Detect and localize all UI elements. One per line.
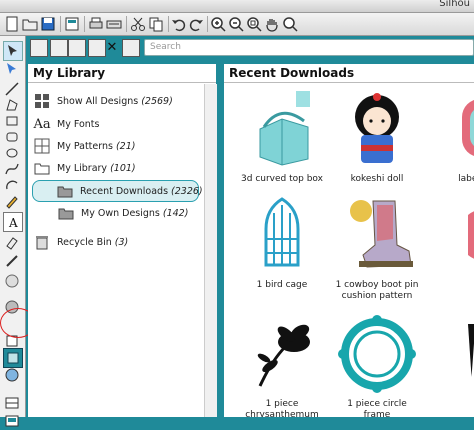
freehand-tool-icon[interactable] <box>3 192 21 210</box>
box-icon <box>242 89 322 169</box>
toolbar-separator <box>207 16 208 32</box>
library-item-label: Show All Designs <box>57 95 139 107</box>
design-label: 1 cowboy boot pin <box>335 280 419 290</box>
fit-to-window-icon[interactable] <box>282 16 298 32</box>
chrysanthemum-icon <box>242 314 322 394</box>
library-toggle-icon[interactable] <box>3 348 23 368</box>
open-icon[interactable] <box>22 16 38 32</box>
grid-icon <box>34 93 50 109</box>
library-item-my-own-designs[interactable]: My Own Designs (142) <box>58 203 188 223</box>
save-as-icon[interactable] <box>64 16 80 32</box>
eraser-tool-icon[interactable] <box>3 233 21 251</box>
cut-settings-icon[interactable] <box>3 412 21 430</box>
design-label-line2: cushion pattern <box>341 291 413 301</box>
grid-toggle-icon[interactable] <box>3 394 21 412</box>
library-panel: My Library Show All Designs (2569) Aa My… <box>28 64 217 417</box>
library-item-label: My Fonts <box>57 118 100 130</box>
grid-view-icon[interactable] <box>50 39 68 57</box>
library-item-label: Recycle Bin <box>57 236 112 248</box>
label-icon <box>432 195 474 275</box>
design-thumbnail[interactable] <box>412 314 474 399</box>
library-item-count: (142) <box>162 207 189 219</box>
trash-icon <box>34 234 50 250</box>
folder-icon <box>57 183 73 199</box>
doll-icon <box>337 89 417 169</box>
design-label-line2: frame <box>363 410 391 417</box>
select-tool-icon[interactable] <box>3 41 23 61</box>
toolbar-separator <box>84 16 85 32</box>
zoom-select-icon[interactable] <box>246 16 262 32</box>
design-thumbnail[interactable] <box>412 195 474 280</box>
fill-color-icon[interactable] <box>3 272 21 290</box>
send-to-cutter-icon[interactable] <box>106 16 122 32</box>
library-item-show-all[interactable]: Show All Designs (2569) <box>34 91 173 111</box>
cut-icon[interactable] <box>130 16 146 32</box>
library-view-icon[interactable] <box>30 39 48 57</box>
search-input[interactable]: Search <box>144 39 474 56</box>
library-item-count: (21) <box>115 140 136 152</box>
toolbar-separator <box>168 16 169 32</box>
library-item-count: (2569) <box>141 95 173 107</box>
folder-icon <box>34 160 50 176</box>
redo-icon[interactable] <box>188 16 204 32</box>
copy-icon[interactable] <box>148 16 164 32</box>
library-item-recent-downloads[interactable]: Recent Downloads (2326) <box>32 180 203 202</box>
library-item-label: My Patterns <box>57 140 113 152</box>
new-icon[interactable] <box>4 16 20 32</box>
list-view-icon[interactable] <box>68 39 86 57</box>
circle-frame-icon <box>337 314 417 394</box>
bird-cage-icon <box>242 195 322 275</box>
delete-icon[interactable]: ✕ <box>104 39 120 55</box>
library-item-my-fonts[interactable]: Aa My Fonts <box>33 114 100 134</box>
pattern-icon <box>34 138 50 154</box>
library-item-label: My Own Designs <box>81 207 160 219</box>
store-icon[interactable] <box>3 366 21 384</box>
library-scrollbar[interactable] <box>204 84 217 417</box>
svg-text:A: A <box>8 216 18 230</box>
save-icon[interactable] <box>40 16 56 32</box>
library-item-count: (3) <box>114 236 129 248</box>
text-tool-icon[interactable]: A <box>3 212 23 232</box>
print-icon[interactable] <box>88 16 104 32</box>
zoom-out-icon[interactable] <box>228 16 244 32</box>
main-toolbar <box>0 13 474 36</box>
zoom-in-icon[interactable] <box>210 16 226 32</box>
drawing-tools: A <box>0 36 26 427</box>
folder-icon <box>58 205 74 221</box>
library-item-recycle-bin[interactable]: Recycle Bin (3) <box>34 232 128 252</box>
library-item-count: (2326) <box>171 185 203 197</box>
window-title: Silhou <box>439 0 470 9</box>
design-label: 1 piece circle <box>347 399 407 409</box>
library-item-label: My Library <box>57 162 108 174</box>
library-heading: My Library <box>28 64 216 83</box>
downloads-panel: Recent Downloads 3d curved top box kokes… <box>224 64 474 417</box>
label-icon <box>432 89 474 169</box>
title-bar: Silhou <box>0 0 474 13</box>
library-item-my-library[interactable]: My Library (101) <box>34 158 136 178</box>
fan-icon <box>432 314 474 394</box>
pan-hand-icon[interactable] <box>264 16 280 32</box>
cowboy-boot-icon <box>337 195 417 275</box>
user-icon[interactable] <box>122 39 140 57</box>
edit-points-icon[interactable] <box>3 60 21 78</box>
font-icon: Aa <box>33 116 51 132</box>
toolbar-separator <box>60 16 61 32</box>
toolbar-separator <box>126 16 127 32</box>
library-item-my-patterns[interactable]: My Patterns (21) <box>34 136 135 156</box>
library-item-label: Recent Downloads <box>80 185 169 197</box>
design-label: label f <box>458 174 474 184</box>
undo-icon[interactable] <box>171 16 187 32</box>
design-thumbnail[interactable]: label f <box>412 89 474 185</box>
downloads-heading: Recent Downloads <box>224 64 474 83</box>
library-item-count: (101) <box>110 162 136 174</box>
knife-tool-icon[interactable] <box>3 252 21 270</box>
